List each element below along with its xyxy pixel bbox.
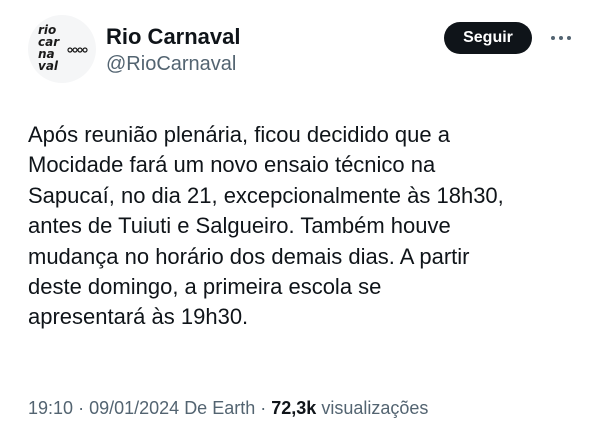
tweet-meta: 19:10 · 09/01/2024 De Earth · 72,3k visu… [28,396,428,420]
avatar[interactable]: rio car na val [28,15,96,83]
tweet-text-line: Mocidade fará um novo ensaio técnico na [28,152,436,178]
more-options-button[interactable] [546,25,576,51]
tweet-date[interactable]: 09/01/2024 [89,398,179,418]
tweet-text-line: apresentará às 19h30. [28,304,249,330]
rio-carnaval-logo-icon: rio car na val [38,23,88,73]
author-handle[interactable]: @RioCarnaval [106,52,236,76]
author-name[interactable]: Rio Carnaval [106,24,241,50]
tweet-time[interactable]: 19:10 [28,398,73,418]
tweet-text: Após reunião plenária, ficou decidido qu… [28,120,588,333]
tweet-text-line: Sapucaí, no dia 21, excepcionalmente às … [28,182,504,208]
tweet-text-line: Após reunião plenária, ficou decidido qu… [28,122,450,147]
tweet-card: rio car na val Rio Carnaval @RioCarnaval… [0,0,600,436]
logo-text-4: val [38,59,59,73]
more-dot-icon [559,36,563,40]
more-dot-icon [551,36,555,40]
tweet-text-line: mudança no horário dos demais dias. A pa… [28,243,470,269]
tweet-source: De Earth [184,398,256,418]
views-count[interactable]: 72,3k [271,398,316,418]
meta-separator: · [78,398,85,418]
more-dot-icon [567,36,571,40]
tweet-text-line: antes de Tuiuti e Salgueiro. Também houv… [28,213,451,239]
views-label: visualizações [321,398,429,418]
meta-separator: · [260,398,267,418]
tweet-text-line: deste domingo, a primeira escola se [28,274,382,300]
follow-button[interactable]: Seguir [444,22,532,54]
